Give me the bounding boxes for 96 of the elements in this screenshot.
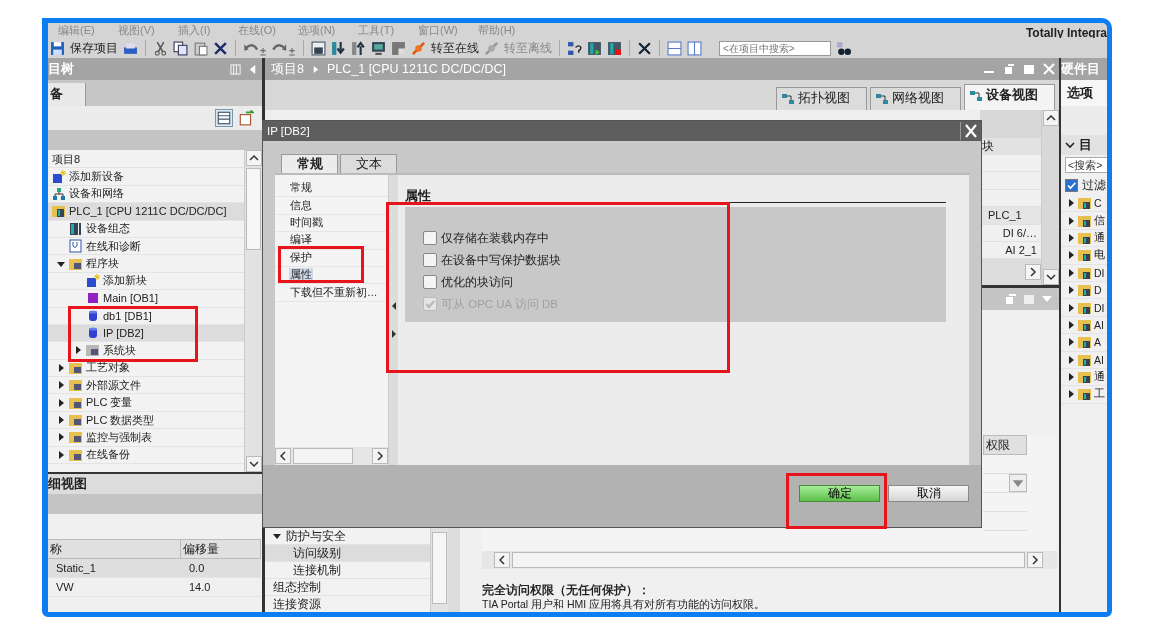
column-header: 偏移量 bbox=[181, 539, 261, 559]
checkbox-label: 在设备中写保护数据块 bbox=[441, 252, 561, 268]
tree-item-label: IP [DB2] bbox=[103, 327, 144, 340]
column-header: 称 bbox=[48, 539, 181, 559]
nav-item[interactable]: 信息 bbox=[289, 198, 313, 213]
nav-item[interactable]: 保护 bbox=[289, 250, 313, 265]
tree-item[interactable]: 添加新块 bbox=[48, 272, 244, 291]
tree-item[interactable]: 系统块 bbox=[48, 342, 244, 360]
table-cell: Static_1 bbox=[48, 559, 181, 578]
options-header: 选项 bbox=[1061, 80, 1107, 106]
tree-item[interactable]: 添加新设备 bbox=[48, 168, 244, 186]
tree-item-label: db1 [DB1] bbox=[103, 309, 152, 322]
nav-item[interactable]: 访问级别 bbox=[265, 545, 430, 562]
tree-item-label: 项目8 bbox=[52, 151, 81, 167]
dialog-tab[interactable]: 常规 bbox=[281, 154, 338, 173]
tree-item[interactable]: 在线备份 bbox=[48, 446, 244, 465]
tree-item-label: 设备组态 bbox=[86, 221, 130, 237]
catalog-item[interactable]: 通 bbox=[1094, 230, 1105, 245]
tree-item[interactable]: db1 [DB1] bbox=[48, 307, 244, 325]
dialog-tab[interactable]: 文本 bbox=[340, 154, 397, 173]
tree-item-label: PLC_1 [CPU 1211C DC/DC/DC] bbox=[69, 205, 227, 218]
cancel-button[interactable]: 取消 bbox=[888, 484, 969, 502]
table-cell: 14.0 bbox=[181, 578, 261, 597]
go-online-button[interactable]: 转至在线 bbox=[431, 40, 479, 56]
tree-item[interactable]: PLC_1 [CPU 1211C DC/DC/DC] bbox=[48, 203, 244, 221]
catalog-item[interactable]: 信 bbox=[1094, 213, 1105, 228]
tree-item-label: Main [OB1] bbox=[103, 292, 159, 305]
table-cell: VW bbox=[48, 578, 181, 597]
nav-item[interactable]: 下载但不重新初… bbox=[289, 285, 379, 300]
access-level-heading: 完全访问权限（无任何保护）： bbox=[482, 583, 651, 598]
nav-item-label: 访问级别 bbox=[293, 545, 341, 561]
tree-item-label: PLC 数据类型 bbox=[86, 412, 155, 428]
table-cell: DI 6/… bbox=[1002, 226, 1037, 239]
column-header: 权限 bbox=[983, 435, 1027, 455]
catalog-item[interactable]: D bbox=[1094, 284, 1102, 297]
catalog-item[interactable]: AI bbox=[1094, 353, 1104, 366]
tree-item-label: 系统块 bbox=[103, 343, 136, 358]
section-heading: 属性 bbox=[405, 187, 431, 205]
search-field[interactable]: <在项目中搜索> bbox=[719, 40, 831, 56]
tree-item[interactable]: PLC 数据类型 bbox=[48, 411, 244, 430]
search-field[interactable]: <搜索> bbox=[1065, 157, 1107, 173]
catalog-item[interactable]: 电 bbox=[1094, 248, 1105, 263]
nav-item[interactable]: 时间戳 bbox=[289, 215, 324, 230]
ok-button[interactable]: 确定 bbox=[799, 484, 880, 502]
details-view-title: 细视图 bbox=[48, 474, 262, 494]
checkbox-label: 优化的块访问 bbox=[441, 274, 513, 290]
panel-title: 硬件目 bbox=[1061, 60, 1100, 78]
tree-item[interactable]: 在线和诊断 bbox=[48, 237, 244, 256]
tree-item[interactable]: 项目8 bbox=[48, 151, 244, 169]
save-project-button[interactable]: 保存项目 bbox=[70, 40, 118, 56]
tree-item-label: 程序块 bbox=[86, 256, 119, 272]
nav-item[interactable]: 编译 bbox=[289, 233, 313, 248]
nav-item[interactable]: 连接机制 bbox=[265, 562, 430, 579]
catalog-item[interactable]: C bbox=[1094, 197, 1102, 210]
tree-item-label: 添加新块 bbox=[103, 273, 147, 289]
column-header: 块 bbox=[980, 138, 1041, 155]
nav-item-label: 连接机制 bbox=[293, 562, 341, 578]
tree-item-label: 在线备份 bbox=[86, 447, 130, 463]
checkbox-label: 过滤 bbox=[1082, 177, 1106, 193]
tree-item-label: 外部源文件 bbox=[86, 377, 141, 393]
devices-tab[interactable]: 备 bbox=[48, 83, 86, 106]
tree-item[interactable]: Main [OB1] bbox=[48, 290, 244, 308]
nav-item-label: 连接资源 bbox=[273, 596, 321, 612]
table-cell: PLC_1 bbox=[988, 209, 1022, 222]
catalog-item[interactable]: DI bbox=[1094, 301, 1105, 314]
nav-item[interactable]: 常规 bbox=[289, 181, 313, 196]
catalog-item[interactable]: 工 bbox=[1094, 387, 1105, 402]
view-tab[interactable]: 设备视图 bbox=[964, 84, 1055, 110]
tree-item-label: 监控与强制表 bbox=[86, 429, 152, 445]
nav-item-label: 组态控制 bbox=[273, 579, 321, 595]
nav-item[interactable]: 组态控制 bbox=[265, 579, 430, 596]
catalog-item[interactable]: AI bbox=[1094, 318, 1104, 331]
catalog-section-title: 目 bbox=[1079, 136, 1092, 154]
catalog-item[interactable]: A bbox=[1094, 336, 1101, 349]
dialog-title: IP [DB2] bbox=[267, 125, 310, 137]
tree-item-label: 添加新设备 bbox=[69, 169, 124, 185]
tree-item[interactable]: 设备组态 bbox=[48, 220, 244, 238]
table-cell: 0.0 bbox=[181, 559, 261, 578]
tree-item-label: 在线和诊断 bbox=[86, 238, 141, 254]
catalog-item[interactable]: DI bbox=[1094, 266, 1105, 279]
view-tab[interactable]: 网络视图 bbox=[870, 87, 961, 110]
tree-item-label: PLC 变量 bbox=[86, 395, 133, 411]
checkbox-label: 仅存储在装载内存中 bbox=[441, 230, 549, 246]
tree-item[interactable]: 程序块 bbox=[48, 255, 244, 273]
catalog-item[interactable]: 通 bbox=[1094, 370, 1105, 385]
tree-item-label: 设备和网络 bbox=[69, 186, 124, 202]
tree-item[interactable]: 工艺对象 bbox=[48, 359, 244, 378]
tree-item-label: 工艺对象 bbox=[86, 360, 130, 376]
tree-item[interactable]: 监控与强制表 bbox=[48, 429, 244, 447]
tree-item[interactable]: PLC 变量 bbox=[48, 394, 244, 412]
access-level-description: TIA Portal 用户和 HMI 应用将具有对所有功能的访问权限。 bbox=[482, 598, 767, 612]
view-tab[interactable]: 拓扑视图 bbox=[776, 87, 867, 110]
nav-item-label: 防护与安全 bbox=[286, 528, 346, 544]
panel-title: 目树 bbox=[48, 60, 74, 78]
table-cell: AI 2_1 bbox=[1005, 244, 1037, 257]
tree-item[interactable]: 外部源文件 bbox=[48, 377, 244, 395]
